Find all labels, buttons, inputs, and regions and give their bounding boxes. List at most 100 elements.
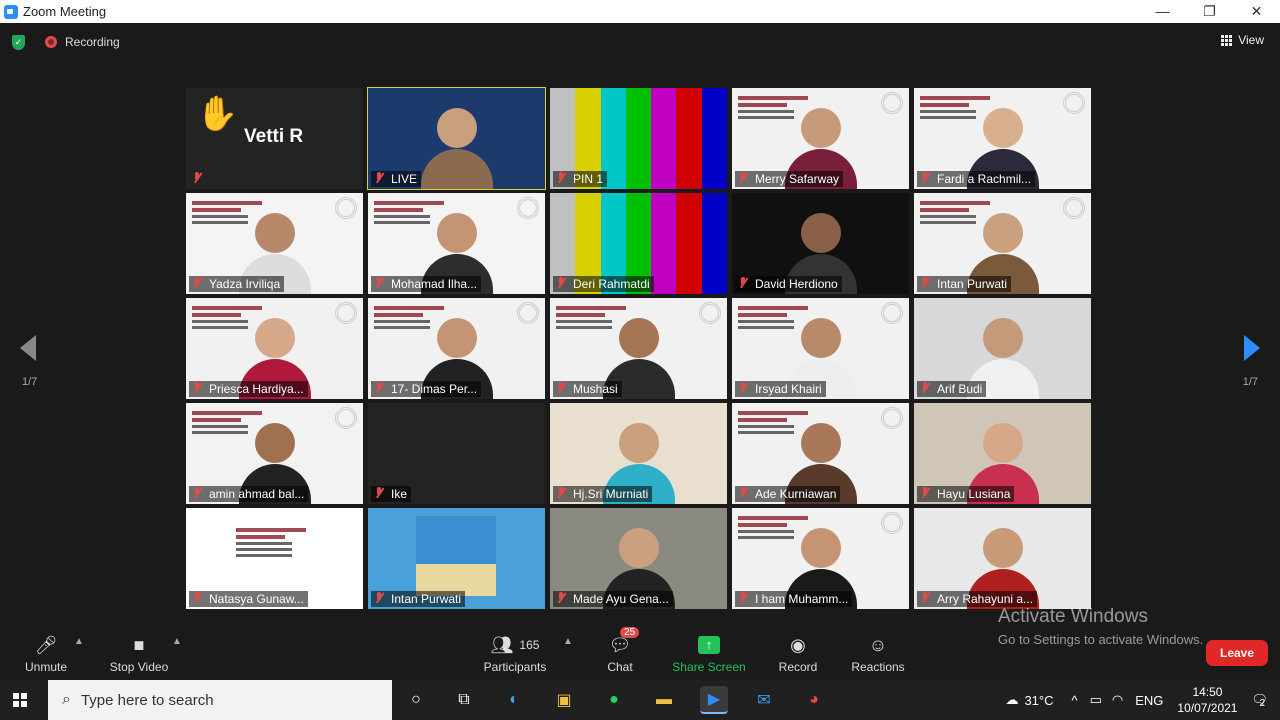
spotify-icon[interactable]: ● xyxy=(600,686,628,714)
next-page-arrow-icon[interactable] xyxy=(1244,335,1260,361)
video-tile[interactable]: I ham Muhamm... xyxy=(732,508,909,609)
video-tile[interactable]: Intan Purwati xyxy=(368,508,545,609)
wifi-icon[interactable]: ◠ xyxy=(1112,692,1123,708)
video-tile[interactable]: Priesca Hardiya... xyxy=(186,298,363,399)
clock[interactable]: 14:50 10/07/2021 xyxy=(1177,684,1237,716)
temperature-label[interactable]: 31°C xyxy=(1024,693,1053,708)
video-tile[interactable]: Hayu Lusiana xyxy=(914,403,1091,504)
participants-options-caret-icon[interactable]: ▲ xyxy=(563,636,573,647)
recording-label: Recording xyxy=(65,35,120,49)
taskbar-search-box[interactable]: ⌕ Type here to search xyxy=(48,680,392,720)
virtual-background-slide xyxy=(374,306,444,346)
video-tile[interactable]: Fardi a Rachmil... xyxy=(914,88,1091,189)
video-tile[interactable]: Deri Rahmatdi xyxy=(550,193,727,294)
participant-name-label: Merry Safarway xyxy=(735,171,844,187)
window-titlebar: Zoom Meeting — ❐ ✕ xyxy=(0,0,1280,23)
muted-microphone-icon xyxy=(374,172,384,184)
virtual-background-slide xyxy=(738,96,808,136)
mail-icon[interactable]: ✉ xyxy=(750,686,778,714)
share-screen-button[interactable]: ↑ Share Screen xyxy=(672,634,746,674)
encryption-shield-icon[interactable]: ✓ xyxy=(12,34,25,50)
watermark-title: Activate Windows xyxy=(998,606,1148,627)
share-screen-icon: ↑ xyxy=(698,636,720,654)
participant-head xyxy=(254,318,295,358)
language-indicator[interactable]: ENG xyxy=(1135,693,1163,708)
task-view-icon[interactable]: ⧉ xyxy=(450,686,478,714)
video-tile[interactable]: Ade Kurniawan xyxy=(732,403,909,504)
virtual-background-slide xyxy=(192,306,262,346)
virtual-background-slide xyxy=(738,306,808,346)
reactions-smiley-icon: ☺ xyxy=(868,634,888,655)
video-tile[interactable]: Mushasi xyxy=(550,298,727,399)
minimize-button[interactable]: — xyxy=(1139,3,1186,20)
participant-name-label: Mohamad Ilha... xyxy=(371,276,482,292)
video-tile[interactable]: Intan Purwati xyxy=(914,193,1091,294)
notification-center-icon[interactable]: 🗨︎ 2 xyxy=(1251,692,1268,709)
virtual-background-slide xyxy=(920,96,990,136)
unmute-button[interactable]: 🎤︎ Unmute xyxy=(22,634,70,675)
muted-microphone-icon xyxy=(920,592,930,604)
participants-label: Participants xyxy=(483,660,547,674)
start-button[interactable] xyxy=(0,680,40,720)
muted-microphone-icon xyxy=(556,592,566,604)
video-tile[interactable]: Merry Safarway xyxy=(732,88,909,189)
video-tile[interactable]: ✋ Vetti R xyxy=(186,88,363,189)
muted-microphone-icon xyxy=(556,487,566,499)
video-tile[interactable]: Hj.Sri Murniati xyxy=(550,403,727,504)
video-tile[interactable]: Arif Budi xyxy=(914,298,1091,399)
edge-browser-icon[interactable]: ◐ xyxy=(500,686,528,714)
notification-count: 2 xyxy=(1259,698,1266,709)
record-label: Record xyxy=(778,660,818,674)
chat-bubble-icon: 💬︎ 25 xyxy=(602,627,640,656)
participant-head xyxy=(982,213,1023,253)
file-explorer-icon[interactable]: ▬ xyxy=(650,686,678,714)
muted-microphone-icon xyxy=(920,277,930,289)
video-tile[interactable]: David Herdiono xyxy=(732,193,909,294)
background-swirl-graphic xyxy=(335,302,357,324)
record-button[interactable]: ◉ Record xyxy=(776,634,820,675)
zoom-app-icon xyxy=(4,4,18,19)
leave-button[interactable]: Leave xyxy=(1206,640,1268,666)
microsoft-store-icon[interactable]: ▣ xyxy=(550,686,578,714)
video-options-caret-icon[interactable]: ▲ xyxy=(172,636,182,647)
participant-display-name: Vetti R xyxy=(244,126,304,147)
windows-logo-icon xyxy=(13,693,27,707)
background-swirl-graphic xyxy=(881,92,903,114)
video-tile[interactable]: 17- Dimas Per... xyxy=(368,298,545,399)
weather-cloud-icon[interactable]: ☁ xyxy=(1005,692,1018,708)
background-swirl-graphic xyxy=(699,302,721,324)
video-tile[interactable]: Yadza Irviliqa xyxy=(186,193,363,294)
video-tile[interactable]: amin ahmad bal... xyxy=(186,403,363,504)
participant-head xyxy=(982,423,1023,463)
muted-microphone-icon xyxy=(556,172,566,184)
video-tile[interactable]: Made Ayu Gena... xyxy=(550,508,727,609)
view-button[interactable]: View xyxy=(1221,33,1264,47)
video-tile[interactable]: Irsyad Khairi xyxy=(732,298,909,399)
show-hidden-icons-caret-icon[interactable]: ^ xyxy=(1072,693,1078,708)
battery-icon[interactable]: ▭ xyxy=(1090,692,1102,708)
video-tile[interactable]: Ike xyxy=(368,403,545,504)
video-tile[interactable]: Mohamad Ilha... xyxy=(368,193,545,294)
background-swirl-graphic xyxy=(1063,197,1085,219)
chrome-icon[interactable]: ◕ xyxy=(800,686,828,714)
participants-button[interactable]: 👥︎ 165 Participants xyxy=(480,634,550,675)
audio-options-caret-icon[interactable]: ▲ xyxy=(74,636,84,647)
reactions-button[interactable]: ☺ Reactions xyxy=(850,634,906,675)
close-button[interactable]: ✕ xyxy=(1233,3,1280,20)
video-tile[interactable]: Natasya Gunaw... xyxy=(186,508,363,609)
participant-name-label: Fardi a Rachmil... xyxy=(917,171,1036,187)
previous-page-arrow-icon[interactable] xyxy=(20,335,36,361)
chat-button[interactable]: 💬︎ 25 Chat xyxy=(602,627,640,674)
participants-icon: 👥︎ 165 xyxy=(490,634,540,655)
participant-head xyxy=(800,318,841,358)
video-tile[interactable]: Arry Rahayuni a... xyxy=(914,508,1091,609)
cortana-icon[interactable]: ○ xyxy=(402,686,430,714)
participant-head xyxy=(254,213,295,253)
video-tile[interactable]: LIVE xyxy=(367,87,546,190)
maximize-button[interactable]: ❐ xyxy=(1186,3,1233,20)
video-tile[interactable]: PIN 1 xyxy=(550,88,727,189)
zoom-taskbar-icon[interactable]: ▶ xyxy=(700,686,728,714)
participant-head xyxy=(618,423,659,463)
stop-video-button[interactable]: ■ Stop Video xyxy=(106,634,172,675)
participant-name-label: amin ahmad bal... xyxy=(189,486,309,502)
